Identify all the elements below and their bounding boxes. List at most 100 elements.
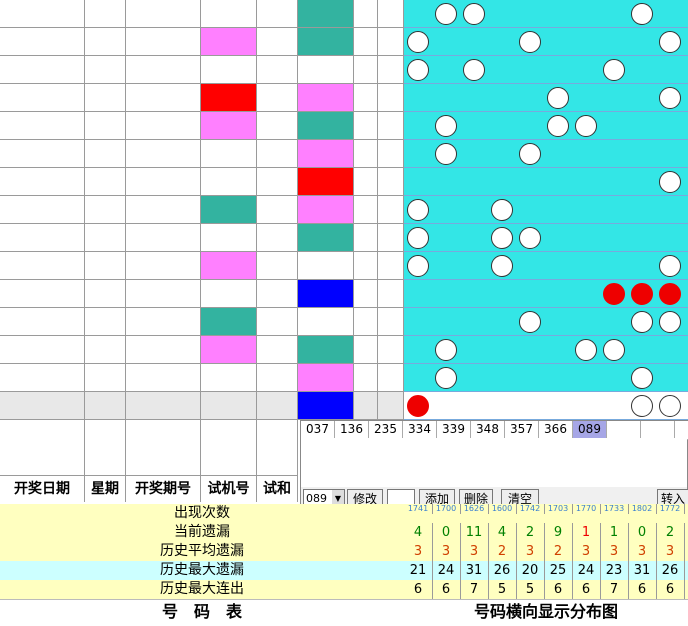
omission-value — [572, 224, 600, 251]
trial-cell — [201, 28, 257, 56]
stats-label: 当前遗漏 — [174, 524, 230, 540]
candidate-chip[interactable] — [641, 421, 675, 438]
issue-cell — [126, 0, 201, 28]
omission-value — [516, 280, 544, 307]
trial-sum-cell — [257, 112, 298, 140]
sum-value-cell — [354, 224, 378, 252]
stats-value: 3 — [628, 542, 657, 561]
span-value-cell — [378, 84, 404, 112]
winning-number-cell — [298, 280, 354, 308]
trial-cell — [201, 252, 257, 280]
omission-value — [656, 196, 684, 223]
week-cell — [85, 0, 126, 28]
candidate-chip[interactable]: 089 — [573, 421, 607, 438]
table-row — [0, 84, 688, 112]
stats-value: 3 — [404, 542, 433, 561]
stats-value: 0 — [628, 523, 657, 542]
candidate-chip[interactable] — [607, 421, 641, 438]
date-cell — [0, 168, 85, 196]
omission-value — [432, 84, 460, 111]
current-span — [378, 392, 404, 420]
number-ball — [659, 255, 681, 277]
stats-value: 31 — [460, 561, 489, 580]
omission-value — [600, 140, 628, 167]
omission-value — [544, 196, 572, 223]
omission-value — [628, 252, 656, 279]
stats-value: 3 — [516, 542, 545, 561]
omission-value — [600, 28, 628, 55]
omission-value — [572, 196, 600, 223]
stats-value: 6 — [656, 580, 685, 599]
candidate-chip[interactable]: 357 — [505, 421, 539, 438]
table-row — [0, 196, 688, 224]
stats-value: 4 — [488, 523, 517, 542]
empty-cell — [0, 392, 85, 420]
stats-value: 1733 — [600, 504, 629, 514]
omission-value — [460, 28, 488, 55]
span-value-cell — [378, 28, 404, 56]
candidate-chip[interactable]: 136 — [335, 421, 369, 438]
omission-value — [516, 112, 544, 139]
omission-value — [572, 0, 600, 27]
trial-cell — [201, 140, 257, 168]
omission-value — [656, 364, 684, 391]
omission-value — [600, 252, 628, 279]
empty-cell — [201, 392, 257, 420]
table-row — [0, 308, 688, 336]
span-value-cell — [378, 56, 404, 84]
candidate-chip[interactable]: 334 — [403, 421, 437, 438]
span-value-cell — [378, 364, 404, 392]
trial-sum-cell — [257, 168, 298, 196]
sum-value-cell — [354, 280, 378, 308]
omission-value — [544, 224, 572, 251]
draw-table — [0, 0, 688, 476]
table-row — [0, 112, 688, 140]
stats-value: 23 — [600, 561, 629, 580]
candidate-chip[interactable]: 348 — [471, 421, 505, 438]
issue-cell — [126, 56, 201, 84]
trial-sum-cell — [257, 84, 298, 112]
empty-cell — [85, 392, 126, 420]
week-cell — [85, 336, 126, 364]
winning-number-cell — [298, 0, 354, 28]
trial-sum-cell — [257, 56, 298, 84]
week-cell — [85, 364, 126, 392]
candidate-chip[interactable]: 037 — [301, 421, 335, 438]
week-cell — [85, 168, 126, 196]
distribution-strip — [404, 140, 688, 168]
stats-value: 3 — [460, 542, 489, 561]
stats-value: 1703 — [544, 504, 573, 514]
trial-cell — [201, 168, 257, 196]
stats-value: 5 — [488, 580, 517, 599]
omission-value — [572, 252, 600, 279]
number-ball — [631, 367, 653, 389]
trial-sum-cell — [257, 224, 298, 252]
omission-value — [432, 280, 460, 307]
omission-value — [432, 56, 460, 83]
number-ball — [659, 171, 681, 193]
trial-sum-cell — [257, 364, 298, 392]
omission-value — [488, 364, 516, 391]
table-row — [0, 280, 688, 308]
number-ball — [519, 227, 541, 249]
omission-value — [600, 364, 628, 391]
date-cell — [0, 280, 85, 308]
stats-value: 1742 — [516, 504, 545, 514]
stats-value: 3 — [656, 542, 685, 561]
trial-cell — [201, 112, 257, 140]
table-row — [0, 0, 688, 28]
candidate-chip[interactable]: 235 — [369, 421, 403, 438]
issue-cell — [126, 308, 201, 336]
omission-value — [628, 28, 656, 55]
week-cell — [85, 280, 126, 308]
candidate-chip[interactable]: 366 — [539, 421, 573, 438]
distribution-strip — [404, 84, 688, 112]
number-ball — [491, 227, 513, 249]
issue-cell — [126, 196, 201, 224]
trial-cell — [201, 308, 257, 336]
omission-value — [628, 168, 656, 195]
omission-value — [516, 196, 544, 223]
span-value-cell — [378, 0, 404, 28]
candidate-chip[interactable]: 339 — [437, 421, 471, 438]
winning-number-cell — [298, 224, 354, 252]
